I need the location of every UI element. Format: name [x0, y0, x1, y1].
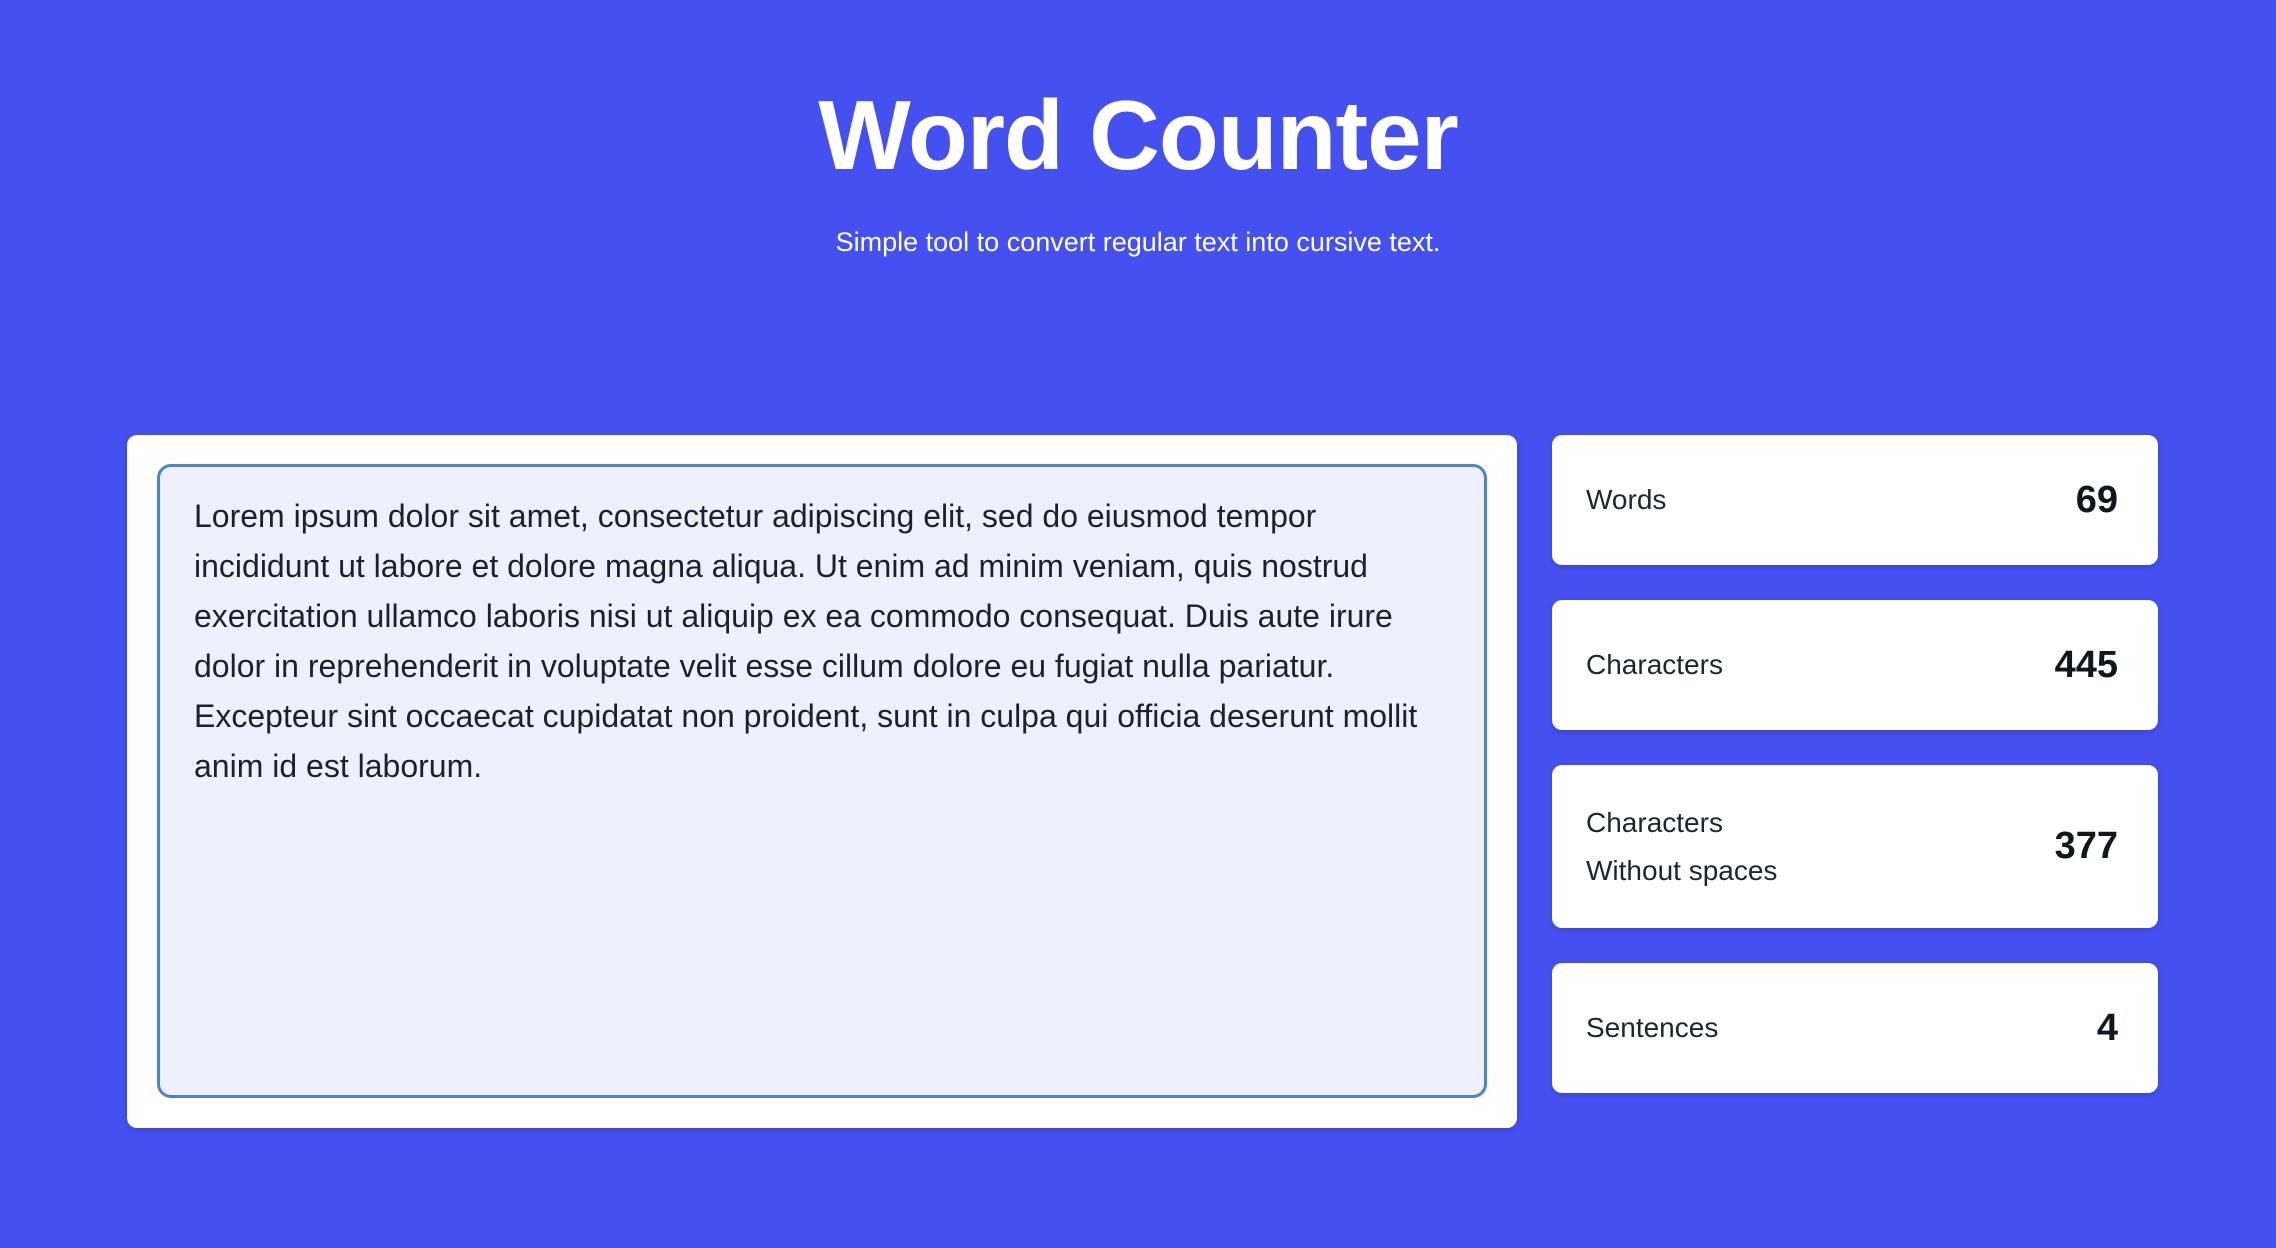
stat-card-words: Words 69 — [1552, 435, 2158, 565]
stat-card-characters: Characters 445 — [1552, 600, 2158, 730]
main-content: Words 69 Characters 445 Characters Witho… — [127, 435, 2158, 1128]
page-title: Word Counter — [818, 80, 1458, 190]
editor-card — [127, 435, 1517, 1128]
stat-value-words: 69 — [2075, 478, 2118, 521]
stat-card-characters-without-spaces: Characters Without spaces 377 — [1552, 765, 2158, 928]
stat-card-sentences: Sentences 4 — [1552, 963, 2158, 1093]
page-header: Word Counter Simple tool to convert regu… — [0, 0, 2276, 258]
stat-label-sentences: Sentences — [1586, 1012, 1719, 1043]
word-counter-page: Word Counter Simple tool to convert regu… — [0, 0, 2276, 1248]
text-input[interactable] — [157, 464, 1487, 1098]
stat-label-words: Words — [1586, 484, 1667, 515]
stats-panel: Words 69 Characters 445 Characters Witho… — [1552, 435, 2158, 1093]
page-subtitle: Simple tool to convert regular text into… — [835, 227, 1441, 257]
stat-label-characters-without-spaces: Characters Without spaces — [1586, 806, 1778, 886]
stat-label-characters: Characters — [1586, 649, 1723, 680]
stat-value-characters: 445 — [2054, 643, 2118, 686]
stat-value-characters-without-spaces: 377 — [2054, 825, 2118, 867]
stat-value-sentences: 4 — [2096, 1006, 2118, 1049]
